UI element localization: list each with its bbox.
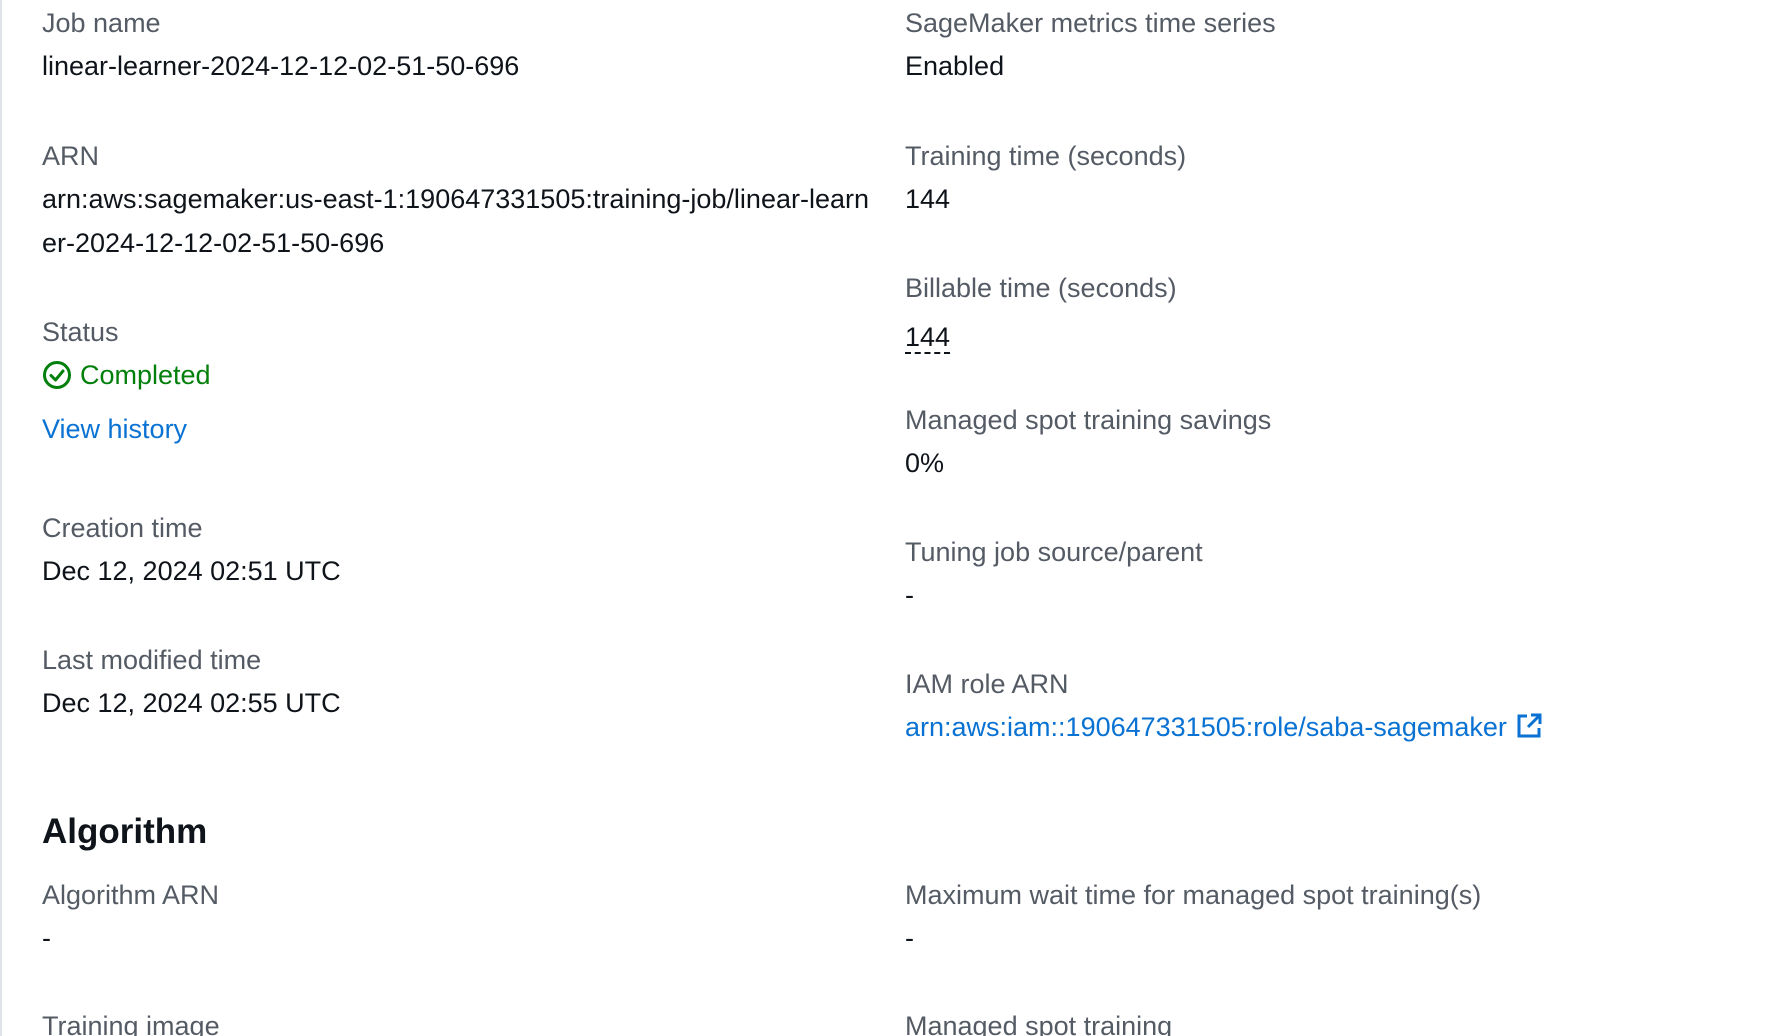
algorithm-arn-label: Algorithm ARN bbox=[42, 880, 220, 910]
last-modified-time-field: Last modified time Dec 12, 2024 02:55 UT… bbox=[42, 643, 862, 725]
max-wait-time-value: - bbox=[905, 923, 914, 953]
tuning-job-label: Tuning job source/parent bbox=[905, 537, 1203, 567]
training-time-value: 144 bbox=[905, 184, 951, 214]
training-time-field: Training time (seconds) 144 bbox=[905, 139, 1725, 221]
last-modified-time-value: Dec 12, 2024 02:55 UTC bbox=[42, 688, 341, 718]
algorithm-arn-field: Algorithm ARN - bbox=[42, 878, 862, 960]
spot-savings-label: Managed spot training savings bbox=[905, 405, 1272, 435]
managed-spot-field: Managed spot training bbox=[905, 1009, 1725, 1036]
spot-savings-value: 0% bbox=[905, 448, 945, 478]
max-wait-time-field: Maximum wait time for managed spot train… bbox=[905, 878, 1725, 960]
training-image-label: Training image bbox=[42, 1011, 220, 1036]
max-wait-time-label: Maximum wait time for managed spot train… bbox=[905, 880, 1482, 910]
job-name-value: linear-learner-2024-12-12-02-51-50-696 bbox=[42, 51, 520, 81]
metrics-time-series-label: SageMaker metrics time series bbox=[905, 8, 1276, 38]
training-job-details-page: Job name linear-learner-2024-12-12-02-51… bbox=[0, 0, 1768, 1036]
metrics-time-series-value: Enabled bbox=[905, 51, 1005, 81]
arn-value: arn:aws:sagemaker:us-east-1:190647331505… bbox=[42, 184, 869, 258]
view-history-link[interactable]: View history bbox=[42, 414, 187, 444]
status-value: Completed bbox=[80, 359, 211, 390]
algorithm-arn-value: - bbox=[42, 923, 51, 953]
job-name-field: Job name linear-learner-2024-12-12-02-51… bbox=[42, 6, 862, 88]
creation-time-label: Creation time bbox=[42, 513, 203, 543]
tuning-job-value: - bbox=[905, 580, 914, 610]
job-name-label: Job name bbox=[42, 8, 161, 38]
iam-role-label: IAM role ARN bbox=[905, 669, 1069, 699]
creation-time-value: Dec 12, 2024 02:51 UTC bbox=[42, 556, 341, 586]
algorithm-section-title: Algorithm bbox=[42, 812, 208, 851]
training-time-label: Training time (seconds) bbox=[905, 141, 1187, 171]
arn-field: ARN arn:aws:sagemaker:us-east-1:19064733… bbox=[42, 139, 869, 265]
panel-left-border bbox=[0, 0, 2, 1036]
status-label: Status bbox=[42, 317, 119, 347]
tuning-job-field: Tuning job source/parent - bbox=[905, 535, 1725, 617]
external-link-icon bbox=[1515, 711, 1543, 739]
iam-role-value: arn:aws:iam::190647331505:role/saba-sage… bbox=[905, 712, 1507, 742]
status-indicator: Completed bbox=[42, 355, 862, 395]
arn-label: ARN bbox=[42, 141, 100, 171]
last-modified-time-label: Last modified time bbox=[42, 645, 262, 675]
training-image-field: Training image bbox=[42, 1009, 862, 1036]
billable-time-label: Billable time (seconds) bbox=[905, 273, 1177, 303]
creation-time-field: Creation time Dec 12, 2024 02:51 UTC bbox=[42, 511, 862, 593]
iam-role-field: IAM role ARN arn:aws:iam::190647331505:r… bbox=[905, 667, 1725, 749]
billable-time-value[interactable]: 144 bbox=[905, 322, 951, 354]
status-field: Status Completed View history bbox=[42, 315, 862, 449]
iam-role-link[interactable]: arn:aws:iam::190647331505:role/saba-sage… bbox=[905, 712, 1543, 742]
check-circle-icon bbox=[42, 360, 72, 390]
managed-spot-label: Managed spot training bbox=[905, 1011, 1173, 1036]
spot-savings-field: Managed spot training savings 0% bbox=[905, 403, 1725, 485]
metrics-time-series-field: SageMaker metrics time series Enabled bbox=[905, 6, 1725, 88]
billable-time-field: Billable time (seconds) 144 bbox=[905, 271, 1725, 359]
